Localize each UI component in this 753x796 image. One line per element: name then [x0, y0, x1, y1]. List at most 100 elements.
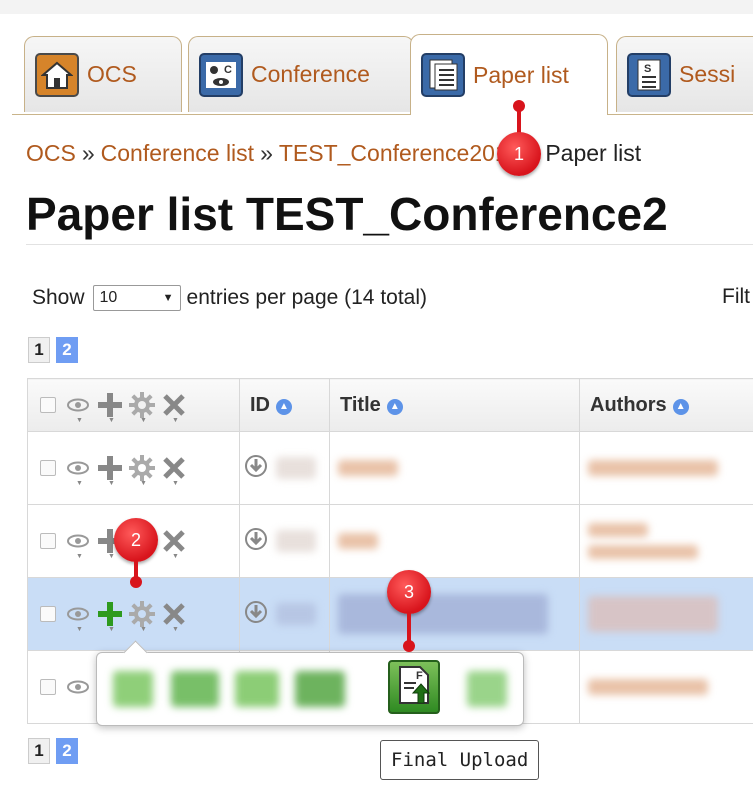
authors-cell — [579, 577, 753, 651]
blurred-title — [338, 460, 398, 476]
authors-cell — [579, 504, 753, 578]
tab-label: OCS — [87, 61, 137, 87]
tab-label: Paper list — [473, 61, 569, 88]
row-checkbox[interactable] — [40, 533, 56, 549]
add-icon-active[interactable]: ▼ — [96, 597, 124, 633]
title-cell — [329, 577, 580, 651]
column-title-label: Title — [340, 393, 381, 416]
id-cell — [239, 431, 330, 505]
blurred-authors — [588, 523, 648, 537]
sort-icon[interactable]: ▲ — [276, 398, 292, 415]
delete-icon[interactable]: ▼ — [160, 451, 188, 487]
column-header-authors[interactable]: Authors ▲ — [579, 378, 753, 432]
annotation-marker-2: 2 — [114, 518, 158, 562]
show-label: Show — [32, 286, 85, 309]
blurred-authors — [588, 545, 698, 559]
blurred-title — [338, 533, 378, 549]
blurred-authors — [588, 460, 718, 476]
add-actions-popup — [96, 640, 524, 726]
column-header-title[interactable]: Title ▲ — [329, 378, 580, 432]
blurred-id — [276, 603, 316, 625]
svg-text:F: F — [416, 670, 423, 682]
blurred-action-button[interactable] — [467, 671, 507, 707]
blurred-id — [276, 530, 316, 552]
annotation-marker-1: 1 — [497, 132, 541, 176]
marker-anchor-dot — [130, 576, 142, 588]
download-icon[interactable] — [244, 454, 268, 483]
settings-icon[interactable]: ▼ — [128, 451, 156, 487]
session-icon: S — [627, 52, 671, 97]
page-title: Paper list TEST_Conference2 — [26, 188, 668, 240]
sort-icon[interactable]: ▲ — [672, 398, 689, 415]
dropdown-arrow-icon: ▼ — [162, 292, 174, 304]
tab-conference[interactable]: C Conference — [188, 36, 414, 112]
view-icon[interactable]: ▼ — [64, 597, 92, 633]
breadcrumb: OCS»Conference list»TEST_Conference2019»… — [26, 140, 641, 167]
authors-cell — [579, 431, 753, 505]
column-header-id[interactable]: ID ▲ — [239, 378, 330, 432]
conference-icon: C — [199, 52, 243, 97]
svg-text:S: S — [644, 63, 651, 75]
pagination-bottom: 1 2 — [28, 738, 78, 764]
id-cell — [239, 504, 330, 578]
row-checkbox[interactable] — [40, 460, 56, 476]
breadcrumb-conference[interactable]: TEST_Conference2019 — [279, 140, 521, 166]
column-authors-label: Authors — [590, 393, 667, 416]
row-checkbox[interactable] — [40, 606, 56, 622]
view-all-icon[interactable]: ▼ — [64, 388, 92, 424]
blurred-title — [338, 594, 548, 634]
delete-icon[interactable]: ▼ — [160, 524, 188, 560]
title-cell — [329, 504, 580, 578]
page-1-current: 1 — [28, 337, 50, 363]
breadcrumb-separator: » — [260, 140, 273, 166]
annotation-marker-3: 3 — [387, 570, 431, 614]
delete-all-icon[interactable]: ▼ — [160, 388, 188, 424]
row-actions: ▼ ▼ ▼ ▼ — [27, 577, 240, 651]
table-row: ▼ ▼ ▼ ▼ — [27, 431, 753, 505]
add-icon[interactable]: ▼ — [96, 451, 124, 487]
pagination-top: 1 2 — [28, 337, 78, 363]
entries-total-label: entries per page (14 total) — [186, 286, 428, 309]
blurred-action-button[interactable] — [113, 671, 153, 707]
breadcrumb-separator: » — [81, 140, 95, 166]
download-icon[interactable] — [244, 527, 268, 556]
tab-label: Conference — [251, 61, 370, 87]
settings-icon[interactable]: ▼ — [128, 597, 156, 633]
tab-paper-list[interactable]: Paper list — [410, 34, 608, 115]
tab-ocs[interactable]: OCS — [24, 36, 182, 112]
page-2-link[interactable]: 2 — [56, 738, 78, 764]
id-cell — [239, 577, 330, 651]
select-all-checkbox[interactable] — [40, 397, 56, 413]
row-checkbox[interactable] — [40, 679, 56, 695]
breadcrumb-ocs[interactable]: OCS — [26, 140, 76, 166]
settings-all-icon[interactable]: ▼ — [128, 388, 156, 424]
view-icon[interactable] — [64, 670, 92, 704]
download-icon[interactable] — [244, 600, 268, 629]
blurred-action-button[interactable] — [171, 671, 219, 707]
final-upload-icon: F — [396, 665, 432, 710]
entries-per-page-control: Show 10 ▼ entries per page (14 total) — [32, 285, 427, 311]
sort-icon[interactable]: ▲ — [386, 398, 403, 415]
per-page-value: 10 — [99, 289, 118, 306]
page-2-link[interactable]: 2 — [56, 337, 78, 363]
page-1-current: 1 — [28, 738, 50, 764]
blurred-action-button[interactable] — [295, 671, 345, 707]
add-all-icon[interactable]: ▼ — [96, 388, 124, 424]
row-actions: ▼ ▼ ▼ ▼ — [27, 431, 240, 505]
tab-sessions[interactable]: S Sessi — [616, 36, 753, 112]
svg-text:C: C — [224, 64, 232, 76]
tab-label: Sessi — [679, 61, 736, 87]
view-icon[interactable]: ▼ — [64, 451, 92, 487]
breadcrumb-current: Paper list — [545, 140, 642, 166]
delete-icon[interactable]: ▼ — [160, 597, 188, 633]
per-page-select[interactable]: 10 ▼ — [92, 285, 181, 311]
house-icon — [35, 52, 79, 97]
final-upload-button[interactable]: F — [388, 660, 440, 714]
column-id-label: ID — [250, 393, 270, 416]
breadcrumb-conference-list[interactable]: Conference list — [101, 140, 254, 166]
authors-cell — [579, 650, 753, 724]
window-top-strip — [0, 0, 753, 14]
blurred-action-button[interactable] — [235, 671, 279, 707]
title-cell — [329, 431, 580, 505]
view-icon[interactable]: ▼ — [64, 524, 92, 560]
